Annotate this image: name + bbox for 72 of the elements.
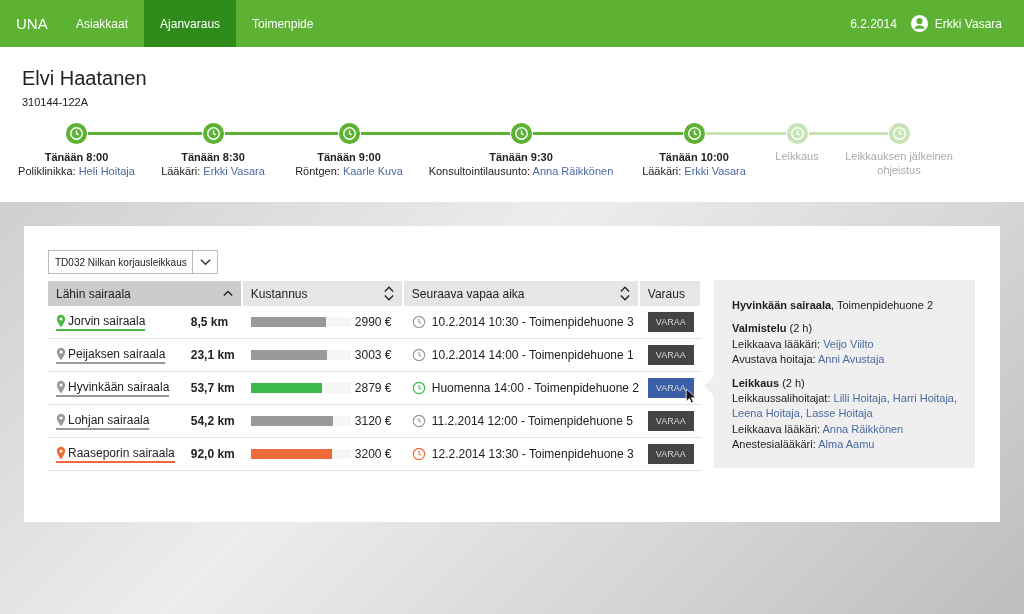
step-role: Röntgen: [295, 165, 340, 177]
book-button[interactable]: VARAA [647, 345, 694, 365]
available-time: 10.2.2014 10:30 - Toimenpidehuone 3 [431, 315, 634, 329]
staff-link[interactable]: Alma Aamu [818, 438, 875, 451]
column-header[interactable]: Seuraava vapaa aika [403, 281, 640, 306]
current-date: 6.2.2014 [850, 15, 897, 33]
step-time: Tänään 9:00 [317, 151, 381, 163]
chevron-down-icon [199, 258, 211, 266]
sort-icon [383, 286, 394, 301]
person-link[interactable]: Heli Hoitaja [78, 165, 135, 177]
staff-role: Leikkaussalihoitajat: [732, 391, 831, 404]
hospital-name[interactable]: Raaseporin sairaala [68, 445, 175, 460]
step-role: Poliklinikka: [18, 165, 76, 177]
details-title: Hyvinkään sairaala, Toimenpidehuone 2 [732, 298, 934, 313]
staff-link[interactable]: Anni Avustaja [818, 353, 885, 366]
person-link[interactable]: Erkki Vasara [684, 165, 746, 177]
person-link[interactable]: Anna Räikkönen [532, 165, 614, 177]
hospital-name[interactable]: Peijaksen sairaala [68, 346, 166, 361]
step-role: Lääkäri: [161, 165, 201, 177]
staff-link[interactable]: Lasse Hoitaja [806, 407, 873, 420]
step-role: Konsultointilausunto: [428, 165, 531, 177]
staff-link[interactable]: Lilli Hoitaja, [833, 391, 890, 404]
person-link[interactable]: Kaarle Kuva [342, 165, 403, 177]
cost-value: 2879 € [354, 381, 392, 395]
staff-link[interactable]: Leena Hoitaja, [732, 407, 803, 420]
step-label: Leikkauksen jälkeinen ohjeistus [844, 150, 954, 178]
hospital-name[interactable]: Lohjan sairaala [68, 412, 150, 427]
cost-value: 2990 € [354, 315, 392, 329]
distance-cell: 23,1 km [182, 339, 243, 372]
distance-cell: 53,7 km [182, 372, 243, 405]
step-role: Lääkäri: [642, 165, 682, 177]
column-header[interactable]: Kustannus [242, 281, 404, 306]
book-button[interactable]: VARAA [647, 312, 694, 332]
book-button[interactable]: VARAA [647, 411, 694, 431]
step-time: Tänään 10:00 [659, 151, 729, 163]
section-heading: Valmistelu (2 h) [732, 321, 814, 337]
step-time: Tänään 8:00 [44, 151, 109, 163]
available-time: 12.2.2014 13:30 - Toimenpidehuone 3 [431, 447, 634, 461]
mouse-cursor-icon [684, 388, 697, 405]
sort-icon [619, 286, 630, 301]
staff-link[interactable]: Veijo Viilto [823, 337, 874, 350]
staff-role: Avustava hoitaja: [732, 353, 816, 366]
distance-cell: 54,2 km [182, 405, 243, 438]
user-avatar-icon[interactable] [909, 14, 929, 33]
hospital-name[interactable]: Jorvin sairaala [68, 313, 146, 328]
step-time: Tänään 8:30 [181, 151, 245, 163]
procedure-dropdown[interactable]: TD032 Nilkan korjausleikkaus [48, 250, 218, 274]
staff-role: Anestesialääkäri: [732, 438, 816, 451]
book-button[interactable]: VARAA [647, 378, 694, 398]
available-time: 11.2.2014 12:00 - Toimenpidehuone 5 [431, 414, 633, 428]
book-button[interactable]: VARAA [647, 444, 694, 464]
sort-ascending-icon [222, 290, 233, 297]
cost-value: 3120 € [354, 414, 392, 428]
distance-cell: 92,0 km [182, 438, 243, 471]
column-header[interactable]: Lähin sairaala [48, 281, 243, 306]
person-link[interactable]: Erkki Vasara [203, 165, 265, 177]
patient-name: Elvi Haatanen [22, 67, 148, 90]
available-time: 10.2.2014 14:00 - Toimenpidehuone 1 [431, 348, 634, 362]
hospital-name[interactable]: Hyvinkään sairaala [68, 379, 170, 394]
staff-role: Leikkaava lääkäri: [732, 337, 821, 350]
section-heading: Leikkaus (2 h) [732, 375, 806, 391]
available-time: Huomenna 14:00 - Toimenpidehuone 2 [431, 381, 640, 395]
nav-tab[interactable]: Ajanvaraus [144, 0, 237, 47]
staff-link[interactable]: Harri Hoitaja, [892, 391, 957, 404]
staff-link[interactable]: Anna Räikkönen [822, 422, 904, 435]
step-time: Tänään 9:30 [489, 151, 553, 163]
distance-cell: 8,5 km [182, 306, 243, 339]
cost-value: 3003 € [354, 348, 392, 362]
column-header[interactable]: Varaus [639, 281, 702, 306]
patient-id: 310144-122A [22, 96, 90, 108]
cost-value: 3200 € [354, 447, 392, 461]
staff-role: Leikkaava lääkäri: [732, 422, 821, 435]
